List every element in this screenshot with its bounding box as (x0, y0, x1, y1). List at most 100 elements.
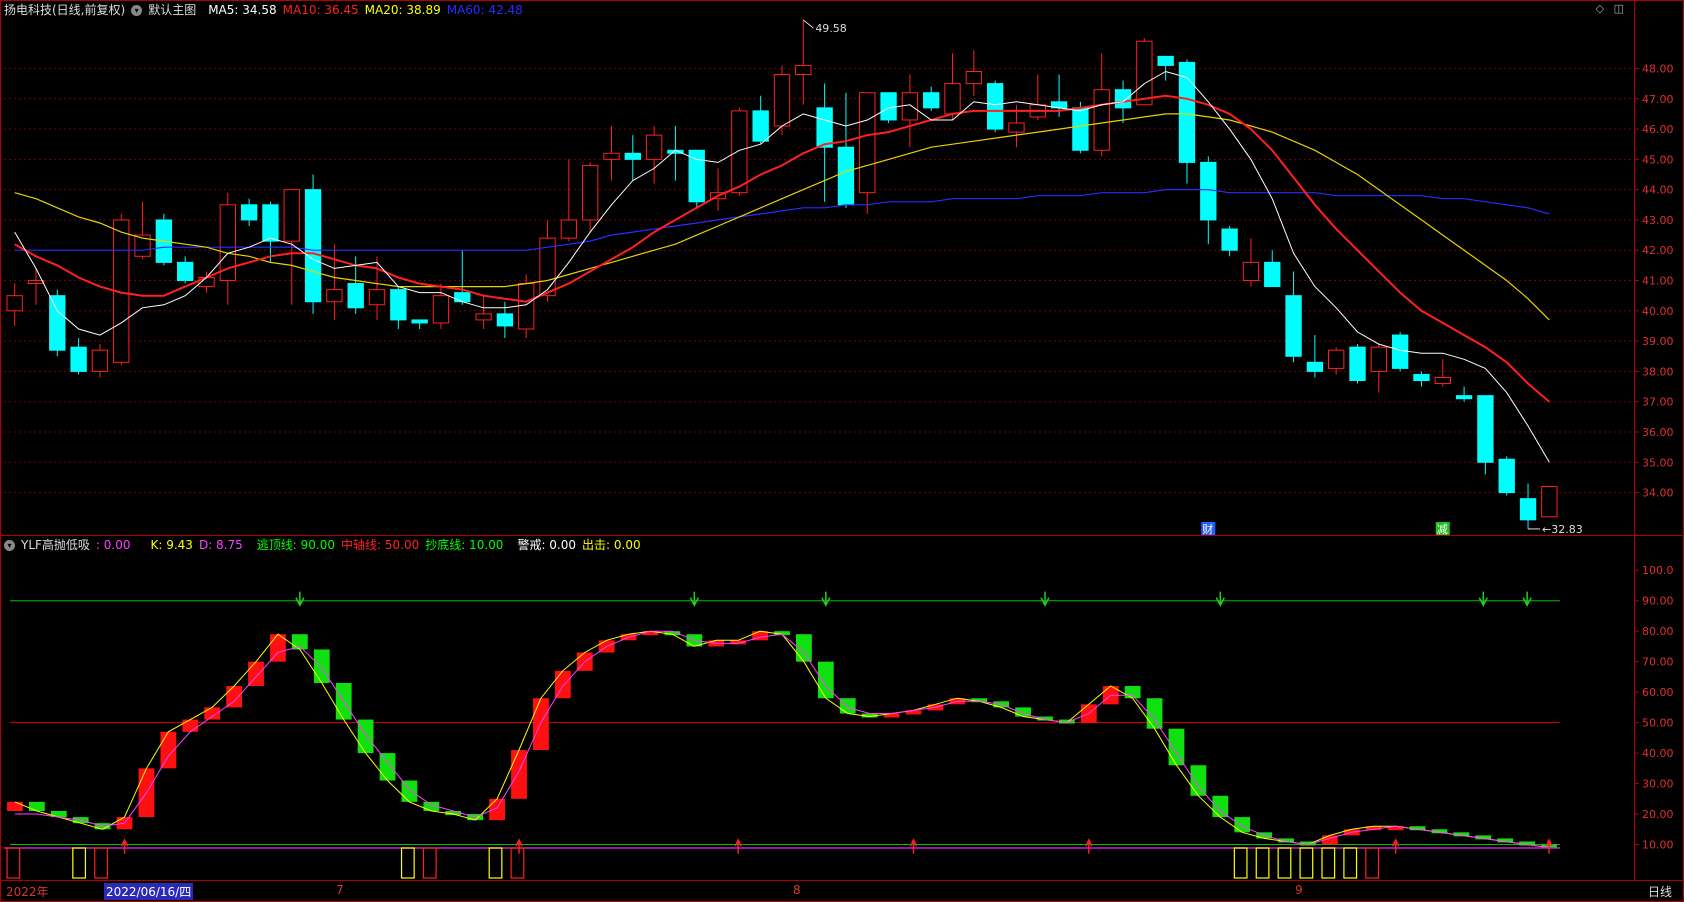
signal-marker (400, 847, 415, 879)
kd-bar (226, 686, 243, 708)
month-label: 7 (336, 883, 344, 897)
event-label: 财 (1202, 522, 1213, 536)
candle-body (368, 289, 386, 306)
candle-body (390, 289, 407, 321)
candle-body (1413, 373, 1430, 381)
kd-bar (7, 801, 23, 811)
y-tick-label: 30.00 (1642, 778, 1674, 791)
y-tick-label: 100.0 (1642, 564, 1674, 577)
candle-body (773, 74, 791, 127)
kd-bar (1190, 765, 1207, 796)
candle-body (1242, 261, 1260, 282)
candle-body (262, 204, 279, 242)
signal-marker (488, 847, 503, 879)
ma20-value: MA20: 38.89 (364, 3, 441, 17)
buy-arrow-icon (909, 838, 918, 854)
y-tick-label: 34.00 (1642, 487, 1674, 500)
candle-body (1370, 346, 1387, 372)
chart-border (0, 0, 1684, 902)
y-tick-label: 20.00 (1642, 808, 1674, 821)
candle-body (70, 346, 87, 372)
panel-toggle-icon[interactable]: ◫ (1614, 2, 1624, 15)
signal-marker (1321, 847, 1336, 879)
y-tick-label: 10.00 (1642, 839, 1674, 852)
kd-bar (182, 719, 199, 732)
candle-body (1264, 261, 1281, 288)
buy-arrow-icon (734, 838, 742, 854)
chart-canvas[interactable]: 34.00 35.00 36.00 37.00 38.00 39.00 40.00 41.00… (0, 0, 1684, 902)
buy-arrow-icon (120, 838, 129, 854)
escape-top-line-value: 逃顶线: 90.00 (256, 538, 335, 552)
kd-bar (1168, 728, 1185, 766)
candle-body (475, 313, 492, 321)
candle-body (91, 349, 109, 372)
kd-bar (554, 670, 571, 699)
chevron-down-icon: ▾ (4, 540, 15, 551)
buy-arrow-icon (1085, 838, 1093, 854)
candle-body (6, 295, 23, 312)
month-label: 9 (1295, 883, 1303, 897)
candle-body (518, 283, 535, 330)
sell-arrow-icon (689, 591, 700, 607)
period-selector[interactable]: 日线 (1648, 883, 1672, 900)
candle-body (1285, 295, 1302, 357)
signal-marker (1233, 847, 1248, 879)
buy-arrow-icon (1391, 838, 1400, 854)
candle-body (923, 92, 940, 109)
main-chart-selector[interactable]: ▾ 默认主图 (131, 1, 202, 19)
signal-marker (1343, 847, 1358, 879)
candle-body (1008, 122, 1025, 133)
ma10-value: MA10: 36.45 (282, 3, 359, 17)
k-line (14, 630, 1550, 849)
candle-body (837, 146, 855, 206)
candle-body (944, 83, 961, 115)
candle-body (752, 110, 769, 142)
warning-value: 警戒: 0.00 (517, 538, 577, 552)
candle-body (432, 295, 450, 324)
signal-marker (1255, 847, 1270, 879)
y-tick-label: 35.00 (1642, 456, 1674, 469)
bottom-line-value: 抄底线: 10.00 (425, 538, 504, 552)
high-pointer (803, 19, 814, 29)
indicator-selector[interactable]: ▾ YLF高抛低吸 (4, 536, 96, 554)
attack-value: 出击: 0.00 (582, 538, 641, 552)
kd-bar (489, 798, 505, 821)
y-tick-label: 60.00 (1642, 686, 1674, 699)
signal-marker (422, 847, 437, 879)
stock-title[interactable]: 扬电科技(日线,前复权) (4, 1, 125, 19)
candle-body (1391, 334, 1409, 369)
y-tick-label: 40.00 (1642, 305, 1674, 318)
signal-marker (510, 847, 525, 879)
signal-marker (1299, 847, 1314, 879)
kd-bar (511, 750, 527, 799)
candle-body (795, 64, 812, 76)
center-line-value: 中轴线: 50.00 (341, 538, 420, 552)
sell-arrow-icon (1478, 591, 1488, 607)
kd-bar (1124, 686, 1141, 699)
kd-bar (817, 661, 834, 699)
candle-body (1136, 40, 1153, 106)
candle-body (1455, 395, 1473, 400)
candle-body (880, 92, 897, 121)
candle-body (560, 219, 578, 239)
kd-bar (1212, 795, 1229, 818)
sell-arrow-icon (1040, 591, 1050, 607)
year-label: 2022年 (6, 885, 49, 899)
selected-date[interactable]: 2022/06/16/四 (104, 883, 194, 900)
sell-arrow-icon (821, 591, 831, 607)
kd-bar (313, 649, 330, 683)
y-tick-label: 43.00 (1642, 214, 1674, 227)
candle-body (581, 164, 599, 221)
candle-body (688, 149, 705, 203)
signal-marker (1365, 847, 1380, 879)
diamond-icon[interactable]: ◇ (1596, 2, 1604, 15)
y-tick-label: 48.00 (1642, 62, 1674, 75)
d-value: D: 8.75 (198, 538, 243, 552)
sell-arrow-icon (1215, 591, 1225, 607)
k-value: K: 9.43 (150, 538, 193, 552)
kd-bar (379, 753, 396, 781)
candle-body (1221, 228, 1238, 251)
y-tick-label: 36.00 (1642, 426, 1674, 439)
kd-bar (1234, 817, 1251, 833)
candle-body (901, 92, 919, 121)
